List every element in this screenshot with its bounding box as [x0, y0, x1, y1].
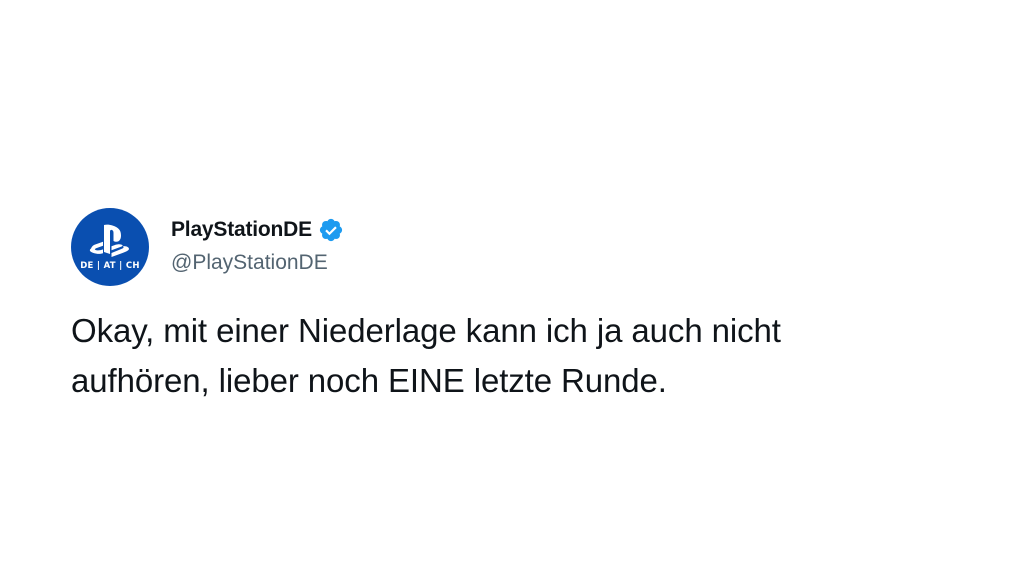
author-info: PlayStationDE @PlayStationDE	[171, 208, 344, 275]
avatar-region-label: DE | AT | CH	[80, 261, 140, 271]
user-handle[interactable]: @PlayStationDE	[171, 251, 344, 275]
avatar[interactable]: DE | AT | CH	[71, 208, 149, 286]
tweet-text-line: Okay, mit einer Niederlage kann ich ja a…	[71, 312, 781, 349]
tweet-card: DE | AT | CH PlayStationDE @PlayStationD…	[71, 208, 971, 406]
playstation-logo-icon	[89, 224, 129, 257]
tweet-text: Okay, mit einer Niederlage kann ich ja a…	[71, 306, 971, 406]
tweet-header: DE | AT | CH PlayStationDE @PlayStationD…	[71, 208, 971, 286]
tweet-text-line: aufhören, lieber noch EINE letzte Runde.	[71, 362, 667, 399]
display-name[interactable]: PlayStationDE	[171, 218, 312, 242]
name-row: PlayStationDE	[171, 217, 344, 243]
verified-badge-icon	[319, 218, 343, 242]
